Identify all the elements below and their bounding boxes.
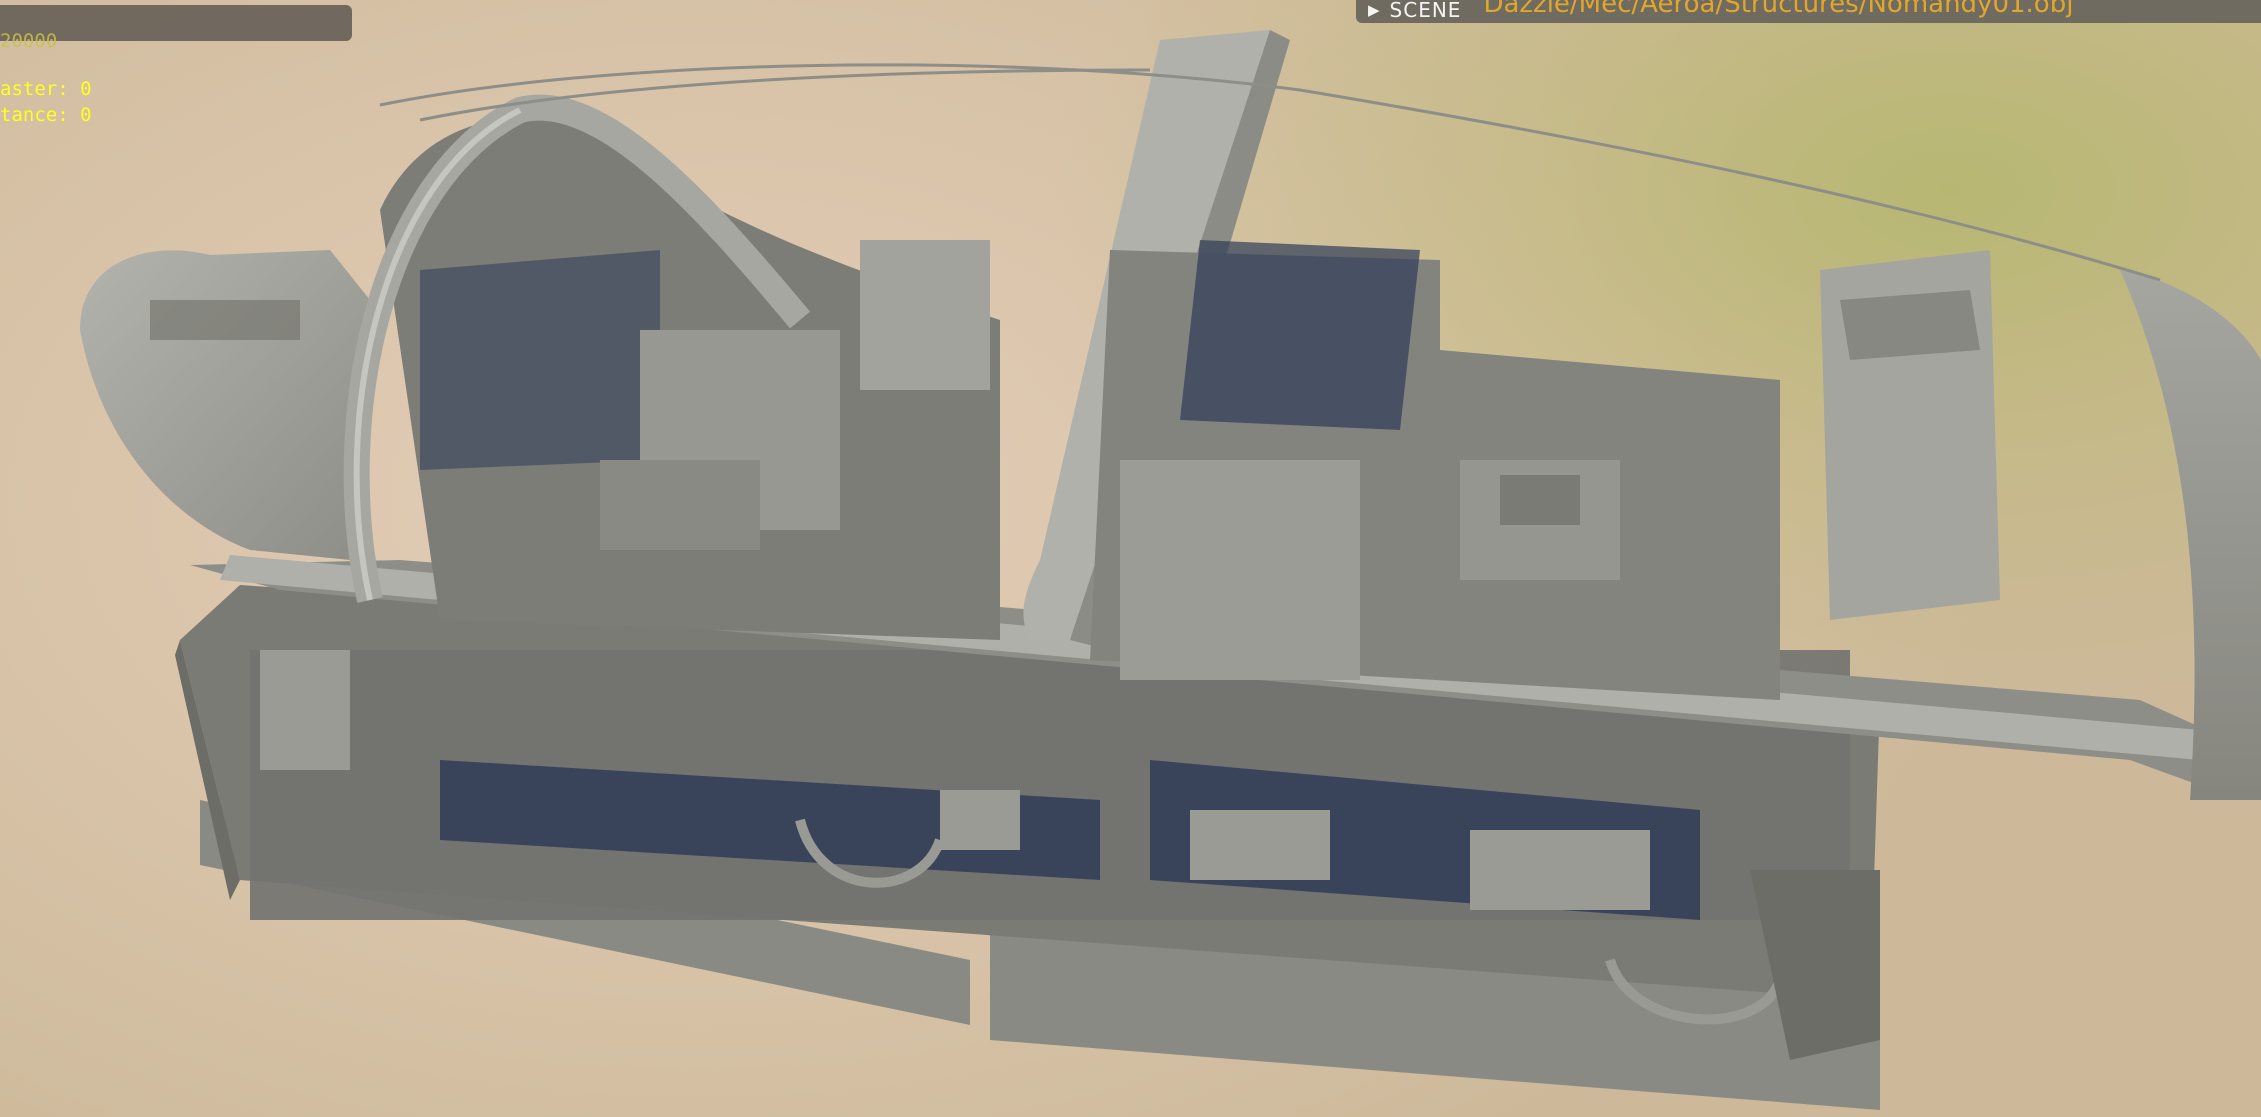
cockpit-model-render <box>80 30 2261 1110</box>
stats-line-caster: aster: 0 <box>0 78 92 100</box>
stats-readout: 20000 aster: 0 tance: 0 <box>0 28 92 128</box>
scene-path: Dazzle/Mec/Aeroa/Structures/Nomandy01.ob… <box>1483 0 2074 19</box>
stats-line-distance: tance: 0 <box>0 104 92 126</box>
3d-viewport[interactable] <box>0 0 2261 1117</box>
stats-line-count: 20000 <box>0 30 58 52</box>
expand-arrow-icon[interactable]: ▶ <box>1368 1 1380 19</box>
rear-cockpit <box>1090 240 2000 700</box>
scene-bar[interactable]: ▶ SCENE Dazzle/Mec/Aeroa/Structures/Noma… <box>1356 0 2261 23</box>
scene-label: SCENE <box>1389 0 1462 22</box>
